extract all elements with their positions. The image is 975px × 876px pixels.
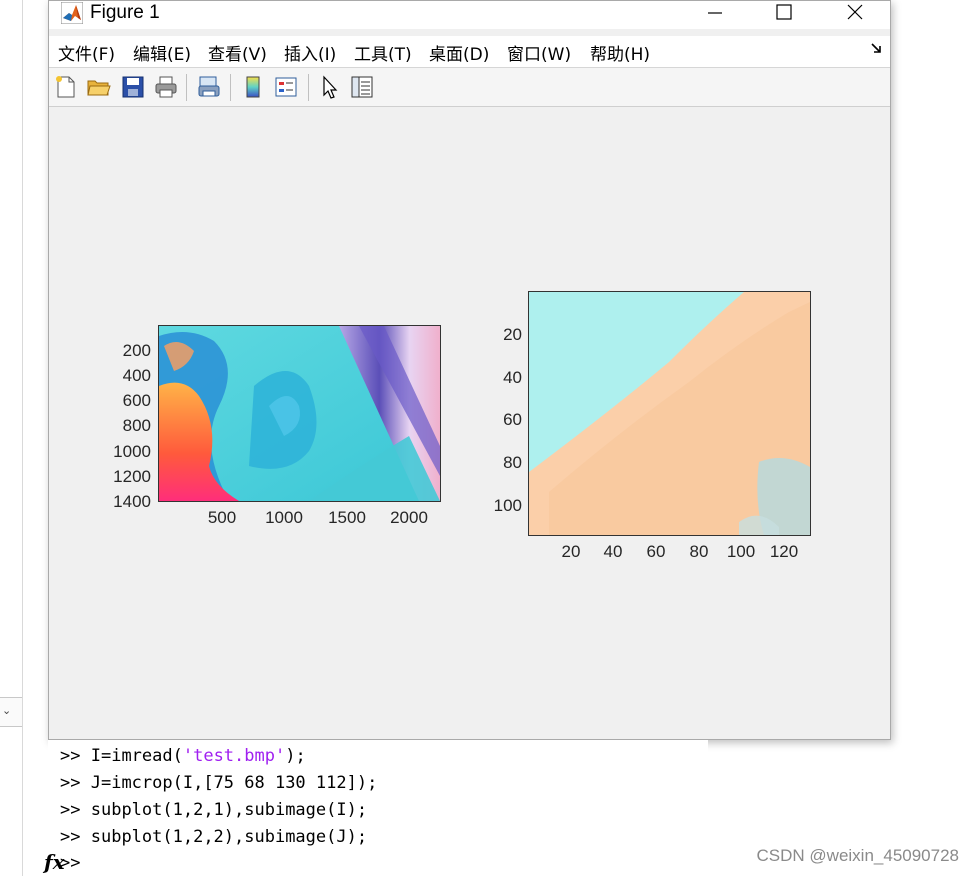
close-icon[interactable] bbox=[831, 1, 877, 29]
toolbar-separator bbox=[186, 74, 187, 101]
menu-help[interactable]: 帮助(H) bbox=[590, 40, 650, 65]
menu-window[interactable]: 窗口(W) bbox=[507, 40, 571, 65]
colorbar-icon[interactable] bbox=[240, 74, 266, 100]
left-panel-edge bbox=[0, 0, 23, 876]
menu-view[interactable]: 查看(V) bbox=[208, 40, 267, 65]
open-folder-icon[interactable] bbox=[86, 74, 112, 100]
toolbar-separator bbox=[308, 74, 309, 101]
property-inspector-icon[interactable] bbox=[349, 74, 375, 100]
link-figure-icon[interactable] bbox=[196, 74, 222, 100]
y-tick-label: 1000 bbox=[113, 442, 151, 461]
panel-dropdown[interactable]: ⌄ bbox=[0, 697, 22, 727]
x-tick-label: 1000 bbox=[265, 508, 303, 527]
y-tick-label: 800 bbox=[122, 416, 151, 435]
y-tick-label: 600 bbox=[122, 391, 151, 410]
string-literal: 'test.bmp' bbox=[182, 746, 286, 766]
prompt: >> bbox=[60, 746, 81, 766]
watermark: CSDN @weixin_45090728 bbox=[756, 846, 959, 865]
command-text: J=imcrop(I,[75 68 130 112]); bbox=[90, 773, 378, 793]
minimize-icon[interactable] bbox=[692, 1, 738, 29]
command-input-line[interactable]: fx >> bbox=[44, 850, 80, 874]
y-tick-label: 80 bbox=[503, 453, 522, 472]
menu-edit[interactable]: 编辑(E) bbox=[133, 40, 191, 65]
y-tick-label: 20 bbox=[503, 325, 522, 344]
print-icon[interactable] bbox=[153, 74, 179, 100]
y-tick-label: 40 bbox=[503, 368, 522, 387]
pointer-icon[interactable] bbox=[317, 74, 343, 100]
y-tick-label: 1400 bbox=[113, 492, 151, 511]
command-line: >> J=imcrop(I,[75 68 130 112]); bbox=[60, 773, 377, 793]
subplot-2-image[interactable] bbox=[528, 291, 811, 536]
x-tick-label: 1500 bbox=[328, 508, 366, 527]
command-text: subplot(1,2,1),subimage(I); bbox=[90, 800, 368, 820]
menu-tools[interactable]: 工具(T) bbox=[354, 40, 412, 65]
subplot-1-image[interactable] bbox=[158, 325, 441, 502]
chevron-down-icon: ⌄ bbox=[2, 704, 12, 717]
matlab-logo-icon bbox=[61, 2, 83, 24]
command-window[interactable]: >> I=imread('test.bmp'); >> J=imcrop(I,[… bbox=[44, 740, 708, 876]
command-line: >> I=imread('test.bmp'); bbox=[60, 746, 306, 766]
menu-desktop[interactable]: 桌面(D) bbox=[429, 40, 489, 65]
x-tick-label: 500 bbox=[207, 508, 237, 527]
prompt: >> bbox=[60, 800, 81, 820]
new-figure-icon[interactable] bbox=[53, 74, 79, 100]
x-tick-label: 120 bbox=[769, 542, 799, 561]
prompt: >> bbox=[60, 827, 81, 847]
window-title: Figure 1 bbox=[90, 2, 160, 23]
figure-window: Figure 1 文件(F) 编辑(E) 查看(V) 插入(I) 工具(T) 桌… bbox=[48, 0, 891, 740]
maximize-icon[interactable] bbox=[761, 1, 807, 29]
toolbar bbox=[49, 68, 890, 107]
toolbar-separator bbox=[230, 74, 231, 101]
legend-icon[interactable] bbox=[273, 74, 299, 100]
title-bar[interactable]: Figure 1 bbox=[49, 1, 890, 29]
y-tick-label: 1200 bbox=[113, 467, 151, 486]
command-text: subplot(1,2,2),subimage(J); bbox=[90, 827, 368, 847]
y-tick-label: 100 bbox=[493, 496, 522, 515]
menu-insert[interactable]: 插入(I) bbox=[284, 40, 336, 65]
menu-bar: 文件(F) 编辑(E) 查看(V) 插入(I) 工具(T) 桌面(D) 窗口(W… bbox=[49, 36, 890, 68]
menu-file[interactable]: 文件(F) bbox=[58, 40, 115, 65]
command-line: >> subplot(1,2,1),subimage(I); bbox=[60, 800, 367, 820]
command-text: ); bbox=[285, 746, 306, 766]
fx-icon[interactable]: fx bbox=[44, 850, 65, 874]
save-icon[interactable] bbox=[120, 74, 146, 100]
command-text: I=imread( bbox=[90, 746, 183, 766]
command-line: >> subplot(1,2,2),subimage(J); bbox=[60, 827, 367, 847]
y-tick-label: 400 bbox=[122, 366, 151, 385]
prompt: >> bbox=[60, 773, 81, 793]
x-tick-label: 2000 bbox=[390, 508, 428, 527]
dock-arrow-icon[interactable] bbox=[870, 42, 882, 54]
figure-canvas: 200 400 600 800 1000 1200 1400 500 1000 … bbox=[49, 107, 890, 739]
y-tick-label: 200 bbox=[122, 341, 151, 360]
y-tick-label: 60 bbox=[503, 410, 522, 429]
